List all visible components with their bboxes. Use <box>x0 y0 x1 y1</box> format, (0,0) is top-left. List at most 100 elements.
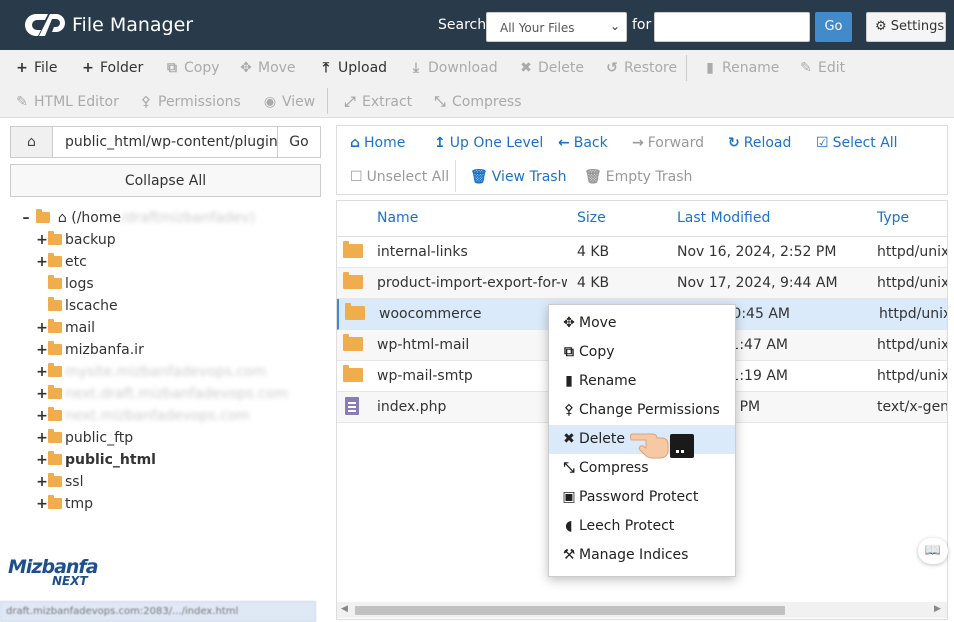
expand-icon[interactable]: + <box>36 230 48 250</box>
tree-item[interactable]: + public_ftp <box>36 428 133 448</box>
tree-item[interactable]: + ssl <box>36 472 83 492</box>
home-button[interactable]: ⌂ Home <box>350 133 405 153</box>
folder-icon <box>48 429 62 443</box>
tree-item[interactable]: + next.mizbanfadevops.com <box>36 406 250 426</box>
unselect-all-button[interactable]: ☐ Unselect All <box>350 167 449 187</box>
search-go-button[interactable]: Go <box>815 12 852 42</box>
folder-icon <box>48 451 62 465</box>
column-size[interactable]: Size <box>577 210 606 226</box>
select-all-button[interactable]: ☑ Select All <box>816 133 898 153</box>
context-menu-item[interactable]: ⧉ Copy <box>549 338 735 367</box>
move-icon: ✥ <box>563 315 575 331</box>
context-menu-item[interactable]: ✥ Move <box>549 309 735 338</box>
key-icon: ⚴ <box>563 402 575 418</box>
upload-button[interactable]: ⤒ Upload <box>318 57 387 79</box>
tree-item-label: lscache <box>65 298 118 314</box>
context-menu-item[interactable]: ◖ Leech Protect <box>549 512 735 541</box>
tree-item[interactable]: + next.draft.mizbanfadevops.com <box>36 384 288 404</box>
path-go-button[interactable]: Go <box>277 127 320 157</box>
undo-icon: ↺ <box>606 60 618 76</box>
context-menu-item[interactable]: ⚒ Manage Indices <box>549 541 735 570</box>
path-input[interactable]: public_html/wp-content/plugin <box>65 134 278 150</box>
tree-root[interactable]: – ⌂ (/home/draftmizbanfadev) <box>20 208 255 228</box>
move-button[interactable]: ✥ Move <box>238 57 295 79</box>
times-icon: ✖ <box>563 431 575 447</box>
permissions-button[interactable]: ⚴ Permissions <box>138 91 241 113</box>
eye-icon: ◉ <box>263 94 277 110</box>
forward-button[interactable]: → Forward <box>632 133 704 153</box>
reload-button[interactable]: ↻ Reload <box>728 133 791 153</box>
expand-icon[interactable]: + <box>36 494 48 514</box>
edit-button[interactable]: ✎ Edit <box>798 57 845 79</box>
compress-button[interactable]: ⤡ Compress <box>432 91 521 113</box>
new-file-button[interactable]: + File <box>14 57 57 79</box>
expand-icon[interactable]: + <box>36 362 48 382</box>
html-editor-button[interactable]: ✎ HTML Editor <box>14 91 119 113</box>
gear-icon: ⚙ <box>875 19 887 34</box>
back-button[interactable]: ← Back <box>558 133 608 153</box>
context-menu-item[interactable]: ▮ Rename <box>549 367 735 396</box>
context-menu-item[interactable]: ⚴ Change Permissions <box>549 396 735 425</box>
tree-item[interactable]: logs <box>36 274 94 294</box>
collapse-icon[interactable]: – <box>20 208 32 228</box>
delete-button[interactable]: ✖ Delete <box>518 57 584 79</box>
copy-button[interactable]: ⧉ Copy <box>164 57 220 79</box>
search-input[interactable] <box>654 12 810 42</box>
view-button[interactable]: ◉ View <box>262 91 315 113</box>
up-one-level-button[interactable]: ↥ Up One Level <box>434 133 543 153</box>
view-trash-button[interactable]: 🗑 View Trash <box>470 167 566 187</box>
cell-type: httpd/unix-d <box>879 306 947 322</box>
table-row[interactable]: product-import-export-for-woo 4 KB Nov 17,… <box>337 268 947 299</box>
column-last-modified[interactable]: Last Modified <box>677 210 770 226</box>
brand-bottom: NEXT <box>52 574 88 588</box>
tree-item[interactable]: + mysite.mizbanfadevops.com <box>36 362 266 382</box>
expand-icon[interactable]: + <box>36 428 48 448</box>
path-bar: ⌂ public_html/wp-content/plugin Go <box>10 126 321 158</box>
restore-button[interactable]: ↺ Restore <box>604 57 677 79</box>
tree-item[interactable]: + etc <box>36 252 87 272</box>
scroll-right-icon[interactable]: ▶ <box>934 604 941 614</box>
tree-item[interactable]: + mizbanfa.ir <box>36 340 144 360</box>
rename-button[interactable]: ▮ Rename <box>702 57 779 79</box>
new-folder-button[interactable]: + Folder <box>80 57 143 79</box>
tree-item-label: mysite.mizbanfadevops.com <box>65 364 267 380</box>
book-icon[interactable]: 📖 <box>918 538 948 564</box>
extract-button[interactable]: ⤢ Extract <box>342 91 412 113</box>
expand-icon[interactable]: + <box>36 318 48 338</box>
download-icon: ⤓ <box>412 60 420 76</box>
scrollbar-thumb[interactable] <box>355 606 785 615</box>
tree-item[interactable]: + backup <box>36 230 116 250</box>
settings-button[interactable]: ⚙ Settings <box>866 12 946 42</box>
expand-icon[interactable]: + <box>36 406 48 426</box>
column-type[interactable]: Type <box>877 210 909 226</box>
folder-icon <box>48 385 62 399</box>
tree-item[interactable]: + public_html <box>36 450 156 470</box>
column-name[interactable]: Name <box>377 210 418 226</box>
context-menu-item[interactable]: ▣ Password Protect <box>549 483 735 512</box>
expand-icon[interactable]: + <box>36 252 48 272</box>
tree-item[interactable]: + tmp <box>36 494 93 514</box>
context-menu-label: Change Permissions <box>579 402 720 418</box>
expand-icon[interactable]: + <box>36 472 48 492</box>
cpanel-logo-icon <box>25 14 65 36</box>
empty-trash-button[interactable]: 🗑 Empty Trash <box>584 167 692 187</box>
expand-icon[interactable]: + <box>36 450 48 470</box>
copy-icon: ⧉ <box>167 60 177 76</box>
toolbar-divider <box>327 88 328 114</box>
folder-icon <box>48 297 62 311</box>
settings-label: Settings <box>890 19 945 34</box>
scroll-left-icon[interactable]: ◀ <box>341 604 348 614</box>
tree-item[interactable]: lscache <box>36 296 118 316</box>
context-menu-label: Copy <box>579 344 615 360</box>
file-text-icon <box>345 397 359 415</box>
search-scope-select[interactable]: All Your Files ⌄ <box>486 12 627 42</box>
table-row[interactable]: internal-links 4 KB Nov 16, 2024, 2:52 PM h… <box>337 237 947 268</box>
expand-icon[interactable]: + <box>36 340 48 360</box>
collapse-all-button[interactable]: Collapse All <box>10 164 321 197</box>
download-button[interactable]: ⤓ Download <box>408 57 498 79</box>
tree-item[interactable]: + mail <box>36 318 95 338</box>
expand-icon[interactable]: + <box>36 384 48 404</box>
path-home-button[interactable]: ⌂ <box>11 127 53 157</box>
times-icon: ✖ <box>520 60 532 76</box>
copy-icon: ⧉ <box>564 344 574 360</box>
